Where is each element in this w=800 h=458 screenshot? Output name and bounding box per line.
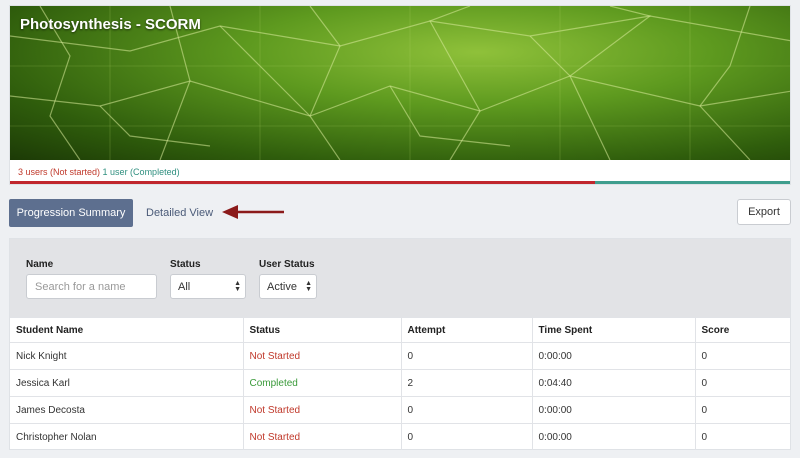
column-header[interactable]: Status xyxy=(242,317,401,343)
name-search-input[interactable] xyxy=(26,274,157,299)
status-select[interactable]: All ▲ ▼ xyxy=(170,274,246,299)
status-cell: Not Started xyxy=(242,342,401,370)
course-title: Photosynthesis - SCORM xyxy=(20,16,201,33)
completed-count: 1 user (Completed) xyxy=(102,167,180,177)
export-button[interactable]: Export xyxy=(737,199,791,225)
user-status-filter-label: User Status xyxy=(259,259,315,270)
student-name-cell: Christopher Nolan xyxy=(10,423,243,450)
table-row[interactable]: Nick Knight Not Started 0 0:00:00 0 xyxy=(10,342,790,370)
column-header[interactable]: Score xyxy=(694,317,790,343)
course-banner-image: Photosynthesis - SCORM xyxy=(10,6,790,160)
student-name-cell: James Decosta xyxy=(10,396,243,424)
score-cell: 0 xyxy=(694,342,790,370)
status-filter-label: Status xyxy=(170,259,201,270)
name-filter-label: Name xyxy=(26,259,54,270)
attempt-cell: 0 xyxy=(400,423,532,450)
table-row[interactable]: Jessica Karl Completed 2 0:04:40 0 xyxy=(10,369,790,397)
status-cell: Not Started xyxy=(242,423,401,450)
user-status-select-value: Active xyxy=(267,280,297,293)
table-header-row: Student Name Status Attempt Time Spent S… xyxy=(10,317,790,343)
progress-completed-segment xyxy=(595,181,790,184)
table-row[interactable]: Christopher Nolan Not Started 0 0:00:00 … xyxy=(10,423,790,450)
attempt-cell: 0 xyxy=(400,396,532,424)
tab-detailed-view[interactable]: Detailed View xyxy=(146,207,213,219)
progress-table: Student Name Status Attempt Time Spent S… xyxy=(10,317,790,450)
status-cell: Not Started xyxy=(242,396,401,424)
column-header[interactable]: Student Name xyxy=(10,317,243,343)
completion-progress-bar xyxy=(10,181,790,184)
score-cell: 0 xyxy=(694,396,790,424)
user-status-select[interactable]: Active ▲ ▼ xyxy=(259,274,317,299)
time-spent-cell: 0:00:00 xyxy=(531,423,695,450)
not-started-count: 3 users (Not started) xyxy=(18,167,101,177)
student-name-cell: Nick Knight xyxy=(10,342,243,370)
status-cell: Completed xyxy=(242,369,401,397)
status-select-value: All xyxy=(178,280,191,293)
tab-progression-summary[interactable]: Progression Summary xyxy=(9,199,133,227)
time-spent-cell: 0:04:40 xyxy=(531,369,695,397)
arrow-left-icon xyxy=(222,205,284,219)
attempt-cell: 0 xyxy=(400,342,532,370)
filter-bar: Name Status All ▲▼ User Status Active ▲▼ xyxy=(10,239,790,317)
up-down-caret-icon: ▲ ▼ xyxy=(305,280,312,293)
score-cell: 0 xyxy=(694,369,790,397)
up-down-caret-icon: ▲ ▼ xyxy=(234,280,241,293)
progress-table-panel: Name Status All ▲▼ User Status Active ▲▼… xyxy=(9,238,791,450)
column-header[interactable]: Time Spent xyxy=(531,317,695,343)
student-name-cell: Jessica Karl xyxy=(10,369,243,397)
course-card: Photosynthesis - SCORM 3 users (Not star… xyxy=(9,5,791,185)
completion-status-summary: 3 users (Not started) 1 user (Completed) xyxy=(18,167,180,177)
table-row[interactable]: James Decosta Not Started 0 0:00:00 0 xyxy=(10,396,790,424)
time-spent-cell: 0:00:00 xyxy=(531,342,695,370)
attempt-cell: 2 xyxy=(400,369,532,397)
progress-not-started-segment xyxy=(10,181,595,184)
time-spent-cell: 0:00:00 xyxy=(531,396,695,424)
column-header[interactable]: Attempt xyxy=(400,317,532,343)
score-cell: 0 xyxy=(694,423,790,450)
